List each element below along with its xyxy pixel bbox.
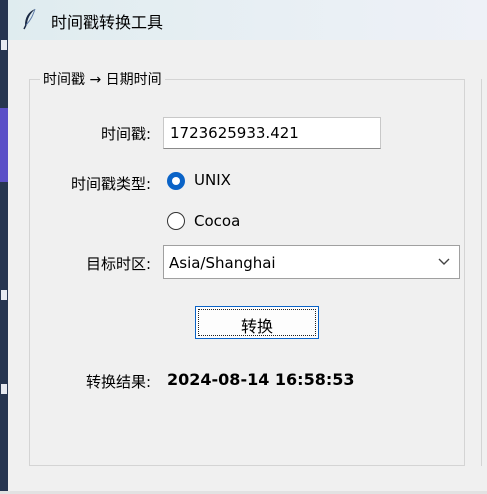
title-bar[interactable]: 时间戳转换工具 — [8, 0, 487, 40]
window-title: 时间戳转换工具 — [51, 13, 164, 32]
result-label: 转换结果: — [85, 373, 151, 391]
background-mark — [1, 40, 7, 50]
main-content: 时间戳 → 日期时间 时间戳: 1723625933.421 时间戳类型: UN… — [8, 40, 487, 494]
convert-button-label: 转换 — [240, 317, 273, 336]
radio-unix-label[interactable]: UNIX — [194, 171, 231, 189]
timezone-select[interactable]: Asia/Shanghai — [163, 245, 460, 279]
radio-unix[interactable] — [167, 172, 185, 190]
app-window: 时间戳转换工具 时间戳 → 日期时间 时间戳: 1723625933.421 时… — [0, 0, 487, 494]
result-value: 2024-08-14 16:58:53 — [167, 370, 355, 389]
timezone-label: 目标时区: — [85, 255, 151, 273]
background-mark — [1, 384, 7, 394]
convert-button[interactable]: 转换 — [195, 306, 319, 339]
group-title: 时间戳 → 日期时间 — [40, 69, 165, 89]
background-window-edge — [0, 0, 8, 494]
chevron-down-icon[interactable] — [437, 254, 451, 268]
timestamp-label: 时间戳: — [100, 125, 151, 143]
timestamp-input[interactable]: 1723625933.421 — [163, 117, 381, 149]
background-accent — [0, 108, 8, 182]
feather-icon — [22, 8, 38, 30]
radio-cocoa-label[interactable]: Cocoa — [194, 212, 240, 230]
radio-cocoa[interactable] — [167, 212, 185, 230]
background-mark — [1, 290, 7, 300]
timezone-value: Asia/Shanghai — [169, 254, 276, 272]
divider — [481, 79, 482, 466]
timestamp-type-label: 时间戳类型: — [70, 175, 151, 193]
